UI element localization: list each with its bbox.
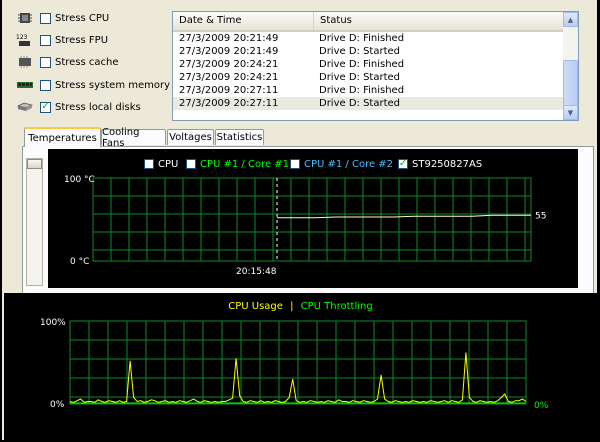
- arrow-down-icon: ▼: [567, 108, 574, 117]
- graph-scale-slider[interactable]: [26, 158, 43, 286]
- stress-checkbox-1[interactable]: [40, 34, 51, 46]
- temperature-graph-panel: CPU CPU #1 / Core #1 CPU #1 / Core #2 ✓ ST92…: [48, 149, 578, 288]
- table-row[interactable]: 27/3/2009 20:24:21 Drive D: Finished: [173, 58, 563, 71]
- cell-date-time: 27/3/2009 20:27:11: [179, 85, 279, 96]
- table-row[interactable]: 27/3/2009 20:27:11 Drive D: Finished: [173, 84, 563, 97]
- app-window: Stress CPU 123 Stress FPU Stress cache Stres…: [2, 0, 597, 440]
- table-row[interactable]: 27/3/2009 20:21:49 Drive D: Finished: [173, 32, 563, 45]
- cpu-usage-chart: 100% 0% 0%: [40, 318, 549, 411]
- hard-disk-icon: [16, 100, 34, 114]
- scroll-up-button[interactable]: ▲: [563, 12, 578, 27]
- stress-option-0[interactable]: Stress CPU: [16, 9, 109, 27]
- chart-grid: [69, 320, 527, 405]
- slider-thumb[interactable]: [27, 159, 42, 169]
- grid-frame: [92, 177, 532, 262]
- y-min-label: 0 °C: [70, 257, 89, 267]
- stress-checkbox-3[interactable]: [40, 79, 51, 91]
- tab-temperatures[interactable]: Temperatures: [24, 127, 101, 147]
- y-min-label: 0%: [50, 400, 65, 410]
- status-log-list[interactable]: Date & Time Status 27/3/2009 20:21:49 Dri…: [172, 11, 579, 121]
- cell-date-time: 27/3/2009 20:21:49: [179, 33, 279, 44]
- cell-status: Drive D: Started: [319, 98, 401, 109]
- temperature-chart: 100 °C 0 °C 20:15:48 55: [64, 175, 546, 277]
- column-header-status[interactable]: Status: [313, 12, 563, 30]
- column-header-date-time[interactable]: Date & Time: [173, 12, 313, 30]
- table-row[interactable]: 27/3/2009 20:24:21 Drive D: Started: [173, 71, 563, 84]
- svg-text:123: 123: [16, 34, 28, 41]
- cell-date-time: 27/3/2009 20:27:11: [179, 98, 279, 109]
- cell-date-time: 27/3/2009 20:24:21: [179, 72, 279, 83]
- scroll-down-button[interactable]: ▼: [563, 105, 578, 120]
- stress-checkbox-2[interactable]: [40, 56, 51, 68]
- stress-checkbox-0[interactable]: [40, 12, 51, 24]
- cell-date-time: 27/3/2009 20:24:21: [179, 59, 279, 70]
- memory-module-icon: [16, 78, 34, 92]
- stress-label-2: Stress cache: [55, 56, 119, 68]
- table-row[interactable]: 27/3/2009 20:27:11 Drive D: Started: [173, 97, 563, 110]
- x-marker-label: 20:15:48: [236, 267, 277, 277]
- series-line-st9250827as: [277, 214, 531, 219]
- tab-cooling-fans[interactable]: Cooling Fans: [101, 127, 166, 149]
- cpu-chip-icon: [16, 11, 34, 25]
- tab-statistics[interactable]: Statistics: [215, 129, 264, 145]
- y-max-label: 100%: [40, 318, 66, 328]
- tab-voltages[interactable]: Voltages: [167, 129, 214, 145]
- stress-option-4[interactable]: ✓ Stress local disks: [16, 98, 141, 116]
- arrow-up-icon: ▲: [567, 15, 574, 24]
- cell-status: Drive D: Started: [319, 72, 401, 83]
- stress-label-4: Stress local disks: [55, 101, 141, 113]
- cell-status: Drive D: Finished: [319, 59, 405, 70]
- table-row[interactable]: 27/3/2009 20:21:49 Drive D: Started: [173, 45, 563, 58]
- log-scrollbar[interactable]: ▲ ▼: [563, 12, 578, 120]
- cell-status: Drive D: Finished: [319, 85, 405, 96]
- current-value-label: 55: [535, 211, 546, 221]
- cpu-usage-graph-panel: CPU Usage | CPU Throttling 100% 0% 0%: [4, 293, 597, 440]
- stress-label-0: Stress CPU: [55, 12, 110, 24]
- chart-grid: [92, 177, 532, 262]
- cache-chip-icon: [16, 55, 34, 69]
- cell-status: Drive D: Finished: [319, 33, 405, 44]
- cell-date-time: 27/3/2009 20:21:49: [179, 46, 279, 57]
- y-max-label: 100 °C: [64, 175, 95, 185]
- log-rows: 27/3/2009 20:21:49 Drive D: Finished 27/3/…: [173, 32, 563, 110]
- stress-label-1: Stress FPU: [55, 34, 109, 46]
- stress-option-1[interactable]: 123 Stress FPU: [16, 31, 108, 49]
- cell-status: Drive D: Started: [319, 46, 401, 57]
- throttling-value-label: 0%: [534, 401, 549, 411]
- stress-label-3: Stress system memory: [55, 79, 171, 91]
- stress-option-2[interactable]: Stress cache: [16, 53, 119, 71]
- stress-checkbox-4[interactable]: ✓: [40, 101, 51, 113]
- fpu-icon: 123: [16, 33, 34, 47]
- scroll-thumb[interactable]: [563, 60, 578, 108]
- log-header: Date & Time Status: [173, 12, 563, 32]
- stress-option-3[interactable]: Stress system memory: [16, 76, 170, 94]
